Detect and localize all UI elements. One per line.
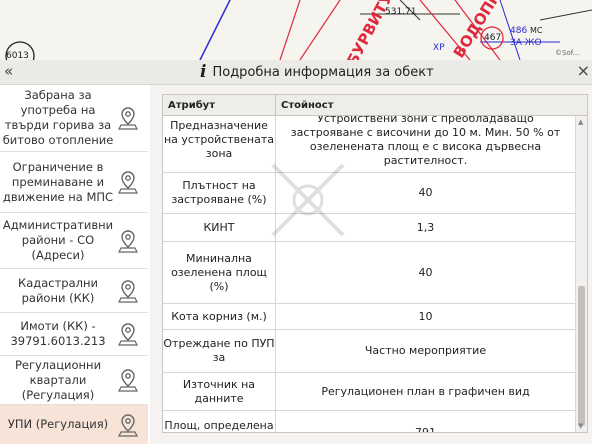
- map-mc-label: МС: [530, 26, 543, 35]
- panel-title-wrap: i Подробна информация за обект: [200, 62, 434, 82]
- collapse-icon[interactable]: «: [4, 62, 13, 80]
- table-row: Площ, определена от ЦМ (кв. м.) 791: [163, 411, 575, 432]
- sidebar-item-admin-districts[interactable]: Административни райони - СО (Адреси): [0, 213, 148, 269]
- sidebar-item-properties[interactable]: Имоти (КК) - 39791.6013.213: [0, 313, 148, 356]
- value-cell: 40: [418, 265, 433, 279]
- map-lines: [5, 0, 592, 60]
- value-cell: Частно мероприятие: [364, 344, 487, 357]
- sidebar-item-traffic-restriction[interactable]: Ограничение в преминаване и движение на …: [0, 152, 148, 213]
- table-row: Отреждане по ПУП за Частно мероприятие: [163, 330, 575, 373]
- map-pin-icon[interactable]: [114, 368, 142, 392]
- sidebar-item-solid-fuel-ban[interactable]: Забрана за употреба на твърди горива за …: [0, 85, 148, 152]
- sidebar-item-label: Административни райони - СО (Адреси): [2, 218, 114, 262]
- info-icon: i: [200, 62, 207, 82]
- value-cell: 10: [418, 309, 433, 323]
- table-row: Плътност на застрояване (%) 40: [163, 173, 575, 214]
- panel-title: Подробна информация за обект: [212, 64, 434, 80]
- scroll-up-arrow-icon[interactable]: ▲: [578, 118, 583, 126]
- scroll-thumb[interactable]: [578, 286, 585, 426]
- table-header: Атрибут Стойност: [163, 95, 587, 116]
- map-pin-icon[interactable]: [114, 229, 142, 253]
- sidebar-item-label: Имоти (КК) - 39791.6013.213: [10, 319, 106, 348]
- attribute-cell: Кота корниз (м.): [163, 304, 276, 329]
- map-pin-icon[interactable]: [114, 170, 142, 194]
- table-row: Кота корниз (м.) 10: [163, 304, 575, 330]
- layer-sidebar: Забрана за употреба на твърди горива за …: [0, 85, 150, 444]
- table-row: Предназначение на устройствената зона Ус…: [163, 116, 575, 173]
- map-486-label: 486: [510, 26, 528, 36]
- attribute-cell: Плътност на застрояване (%): [163, 173, 276, 213]
- attribute-cell: Площ, определена от ЦМ (кв. м.): [163, 411, 276, 432]
- detail-panel: Атрибут Стойност Предназначение на устро…: [150, 85, 592, 444]
- sidebar-item-upi[interactable]: УПИ (Регулация): [0, 405, 148, 444]
- column-header-value[interactable]: Стойност: [281, 100, 334, 111]
- close-icon[interactable]: ×: [577, 62, 590, 80]
- map-pin-icon[interactable]: [114, 106, 142, 130]
- table-row: КИНТ 1,3: [163, 214, 575, 242]
- map-6013-label: 6013: [6, 51, 29, 60]
- sidebar-item-label: УПИ (Регулация): [7, 417, 109, 431]
- sidebar-item-regulation-blocks[interactable]: Регулационни квартали (Регулация): [0, 356, 148, 405]
- value-cell: Устройствени зони с преобладаващо застро…: [290, 116, 561, 167]
- map-467-label: 467: [484, 33, 502, 43]
- sidebar-item-cadastral-districts[interactable]: Кадастрални райони (КК): [0, 269, 148, 313]
- sidebar-item-label: Регулационни квартали (Регулация): [14, 357, 102, 402]
- map-view[interactable]: БУРВИТУ 531.71 ВОДОПР 486 МС 467 ЗА ЖО Х…: [0, 0, 592, 60]
- map-pin-icon[interactable]: [114, 322, 142, 346]
- scroll-down-arrow-icon[interactable]: ▼: [578, 422, 583, 430]
- map-hp-label: ХР: [433, 43, 445, 53]
- attribute-cell: Отреждане по ПУП за: [163, 330, 276, 372]
- sidebar-item-label: Забрана за употреба на твърди горива за …: [2, 88, 114, 147]
- table-scrollbar[interactable]: ▲ ▼: [575, 116, 587, 432]
- attribute-table: Атрибут Стойност Предназначение на устро…: [162, 94, 588, 433]
- value-cell: 1,3: [416, 220, 435, 234]
- map-attribution: ©Sof...: [555, 49, 580, 57]
- attribute-cell: Източник на данните: [163, 373, 276, 410]
- attribute-cell: Мининална озеленена площ (%): [163, 242, 276, 303]
- map-pin-icon[interactable]: [114, 413, 142, 437]
- value-cell: Регулационен план в графичен вид: [321, 384, 530, 398]
- sidebar-item-label: Кадастрални райони (КК): [18, 275, 98, 305]
- value-cell: 791: [276, 411, 575, 432]
- map-zazh-label: ЗА ЖО: [510, 38, 542, 48]
- table-body[interactable]: Предназначение на устройствената зона Ус…: [163, 116, 575, 432]
- attribute-cell: Предназначение на устройствената зона: [163, 116, 276, 172]
- column-divider: [275, 95, 276, 115]
- map-pin-icon[interactable]: [114, 279, 142, 303]
- column-header-attribute[interactable]: Атрибут: [168, 100, 215, 111]
- table-row: Източник на данните Регулационен план в …: [163, 373, 575, 411]
- attribute-cell: КИНТ: [163, 214, 276, 241]
- table-row: Мининална озеленена площ (%) 40: [163, 242, 575, 304]
- map-number-label: 531.71: [385, 7, 417, 17]
- value-cell: 40: [418, 186, 433, 199]
- panel-header: « i Подробна информация за обект ×: [0, 60, 592, 85]
- sidebar-item-label: Ограничение в преминаване и движение на …: [2, 159, 114, 204]
